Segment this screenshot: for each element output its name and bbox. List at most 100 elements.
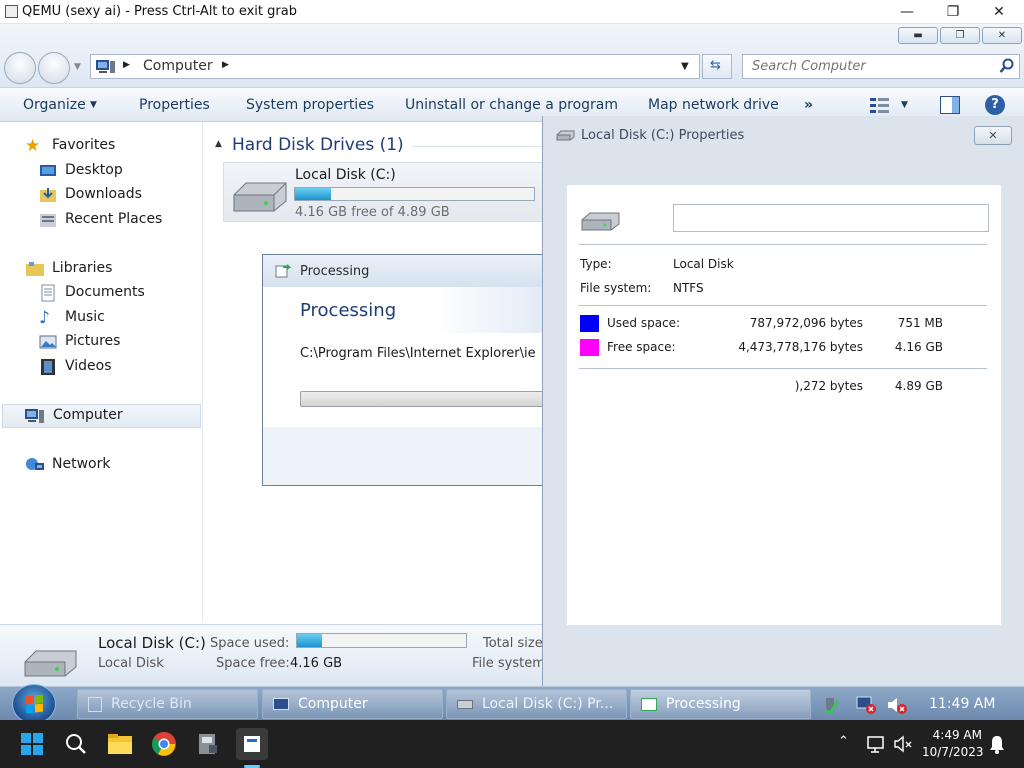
host-date[interactable]: 10/7/2023 — [922, 745, 984, 759]
help-icon[interactable]: ? — [985, 95, 1005, 115]
nav-desktop-label: Desktop — [65, 162, 123, 178]
explorer-restore-button[interactable]: ❐ — [940, 27, 980, 44]
nav-computer[interactable]: Computer — [2, 404, 201, 428]
copy-progress-icon — [275, 263, 293, 279]
drive-tile-local-disk-c[interactable]: Local Disk (C:) 4.16 GB free of 4.89 GB — [223, 162, 543, 222]
capacity-short: 4.89 GB — [894, 379, 943, 393]
volume-muted-icon[interactable] — [893, 734, 913, 754]
nav-downloads[interactable]: Downloads — [0, 184, 203, 206]
recent-places-icon — [39, 211, 57, 229]
windows-logo-icon — [26, 695, 34, 705]
safely-remove-icon[interactable] — [822, 696, 840, 714]
taskbar-recycle-bin-label: Recycle Bin — [111, 696, 192, 712]
nav-favorites[interactable]: ★ Favorites — [0, 135, 203, 157]
taskbar-recycle-bin[interactable]: Recycle Bin — [77, 689, 258, 719]
map-network-drive-command[interactable]: Map network drive — [648, 97, 779, 113]
nav-documents[interactable]: Documents — [0, 282, 203, 304]
nav-recent-places[interactable]: Recent Places — [0, 209, 203, 231]
space-free-label: Space free: — [216, 656, 290, 671]
recycle-bin-icon — [88, 696, 102, 712]
qemu-window-icon[interactable] — [236, 728, 268, 760]
uninstall-program-command[interactable]: Uninstall or change a program — [405, 97, 618, 113]
taskbar-local-disk-properties[interactable]: Local Disk (C:) Pr... — [446, 689, 627, 719]
guest-clock[interactable]: 11:49 AM — [929, 696, 995, 712]
properties-close-button[interactable]: ✕ — [974, 126, 1012, 145]
nav-desktop[interactable]: Desktop — [0, 160, 203, 182]
nav-pictures[interactable]: Pictures — [0, 331, 203, 353]
volume-muted-icon[interactable] — [886, 695, 908, 715]
nav-libraries[interactable]: Libraries — [0, 258, 203, 280]
processing-dialog[interactable]: Processing Processing C:\Program Files\I… — [262, 254, 548, 486]
nav-network[interactable]: Network — [0, 454, 203, 476]
history-dropdown-icon[interactable]: ▼ — [74, 62, 81, 72]
network-error-icon[interactable] — [855, 695, 877, 715]
properties-command[interactable]: Properties — [139, 97, 210, 113]
notification-bell-icon[interactable] — [988, 734, 1006, 754]
preview-pane-icon[interactable] — [940, 96, 960, 114]
system-properties-command[interactable]: System properties — [246, 97, 374, 113]
nav-music-label: Music — [65, 309, 105, 325]
address-dropdown-icon[interactable]: ▼ — [681, 61, 689, 72]
minimize-button[interactable]: — — [884, 0, 930, 24]
forward-button[interactable] — [38, 52, 70, 84]
nav-favorites-label: Favorites — [52, 137, 116, 153]
processing-header: Processing — [263, 287, 545, 333]
taskbar-computer-label: Computer — [298, 696, 368, 712]
qemu-taskbar-icon[interactable] — [192, 728, 224, 760]
search-icon[interactable] — [999, 58, 1015, 74]
nav-music[interactable]: ♪ Music — [0, 307, 203, 329]
copy-progress-icon — [641, 697, 657, 711]
properties-dialog[interactable]: Local Disk (C:) Properties ✕ Type: Local… — [542, 116, 1024, 686]
explorer-minimize-button[interactable]: ▬ — [898, 27, 938, 44]
hard-drive-icon — [457, 699, 473, 709]
host-time[interactable]: 4:49 AM — [930, 728, 982, 742]
host-title: QEMU (sexy ai) - Press Ctrl-Alt to exit … — [22, 4, 297, 19]
search-input[interactable] — [752, 59, 992, 74]
taskbar-local-disk-label: Local Disk (C:) Pr... — [482, 696, 614, 712]
chrome-icon[interactable] — [148, 728, 180, 760]
desktop-icon — [39, 162, 57, 180]
explorer-close-button[interactable]: ✕ — [982, 27, 1022, 44]
host-titlebar: QEMU (sexy ai) - Press Ctrl-Alt to exit … — [0, 0, 1024, 24]
volume-label-input[interactable] — [673, 204, 989, 232]
view-dropdown-icon[interactable]: ▼ — [901, 100, 908, 110]
windows-logo-icon-part — [26, 704, 34, 714]
group-header[interactable]: Hard Disk Drives (1) — [232, 135, 404, 155]
file-system-label: File system — [472, 656, 545, 671]
taskbar-processing-label: Processing — [666, 696, 741, 712]
chevron-up-icon[interactable]: ⌃ — [838, 734, 849, 749]
file-explorer-icon[interactable] — [104, 728, 136, 760]
used-space-bytes: 787,972,096 bytes — [749, 316, 863, 330]
search-box[interactable] — [742, 54, 1020, 79]
taskbar-processing[interactable]: Processing — [630, 689, 811, 719]
close-button[interactable]: ✕ — [976, 0, 1022, 24]
windows-logo-icon-part — [35, 694, 43, 704]
nav-computer-label: Computer — [53, 407, 123, 423]
breadcrumb-arrow-icon[interactable]: ▶ — [123, 60, 130, 70]
organize-menu[interactable]: Organize — [23, 97, 86, 113]
refresh-button[interactable]: ⇆ — [702, 54, 732, 79]
restore-button[interactable]: ❐ — [930, 0, 976, 24]
details-drive-type: Local Disk — [98, 656, 164, 671]
space-used-label: Space used: — [210, 636, 290, 651]
network-icon[interactable] — [866, 733, 888, 755]
back-button[interactable] — [4, 52, 36, 84]
properties-general-tab: Type: Local Disk File system: NTFS Used … — [566, 184, 1002, 626]
used-space-short: 751 MB — [897, 316, 943, 330]
breadcrumb-computer[interactable]: Computer — [143, 58, 213, 74]
organize-dropdown-icon[interactable]: ▼ — [90, 100, 97, 110]
more-commands-button[interactable]: » — [804, 97, 813, 113]
start-button[interactable] — [12, 684, 56, 724]
windows-logo-icon-part — [35, 703, 43, 713]
view-options-icon[interactable] — [869, 96, 891, 114]
free-space-short: 4.16 GB — [894, 340, 943, 354]
taskbar-computer[interactable]: Computer — [262, 689, 443, 719]
nav-videos[interactable]: Videos — [0, 356, 203, 378]
details-usage-bar — [296, 633, 467, 648]
address-bar[interactable]: ▶ Computer ▶ ▼ — [90, 54, 700, 79]
search-icon[interactable] — [60, 728, 92, 760]
start-icon[interactable] — [16, 728, 48, 760]
breadcrumb-arrow-icon[interactable]: ▶ — [222, 60, 229, 70]
collapse-group-icon[interactable]: ▲ — [215, 139, 222, 149]
processing-titlebar[interactable]: Processing — [263, 255, 545, 287]
